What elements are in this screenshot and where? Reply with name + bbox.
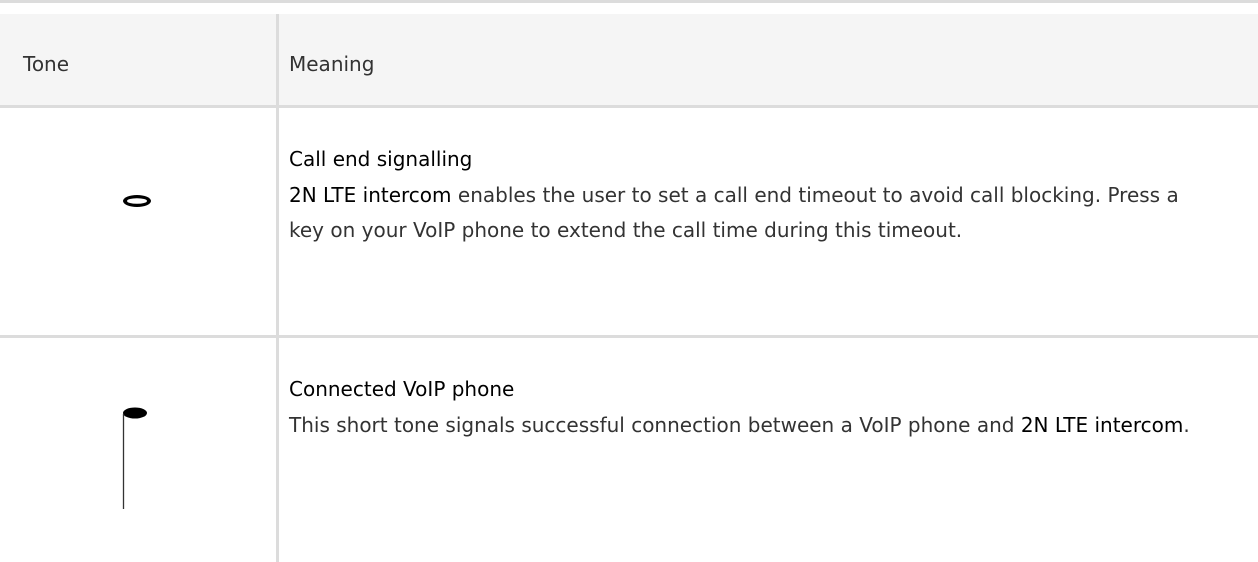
meaning-cell: Call end signalling 2N LTE intercom enabl… — [289, 142, 1219, 249]
whole-note-icon — [123, 195, 151, 207]
header-divider — [0, 105, 1258, 108]
meaning-cell: Connected VoIP phone This short tone sign… — [289, 372, 1219, 443]
product-name: 2N LTE intercom — [289, 182, 452, 207]
product-name: 2N LTE intercom — [1020, 412, 1184, 437]
header-meaning: Meaning — [289, 52, 375, 76]
table-header-row: Tone Meaning — [0, 14, 1258, 108]
row-divider — [0, 335, 1258, 338]
tone-description-end: . — [1183, 412, 1190, 437]
eighth-note-icon — [122, 407, 147, 509]
tone-table: Tone Meaning Call end signalling 2N LTE i… — [0, 0, 1258, 562]
tone-title: Connected VoIP phone — [289, 377, 515, 401]
column-divider — [276, 14, 279, 562]
tone-title: Call end signalling — [289, 147, 473, 171]
header-tone: Tone — [23, 52, 70, 76]
tone-description: This short tone signals successful conne… — [289, 412, 1021, 437]
